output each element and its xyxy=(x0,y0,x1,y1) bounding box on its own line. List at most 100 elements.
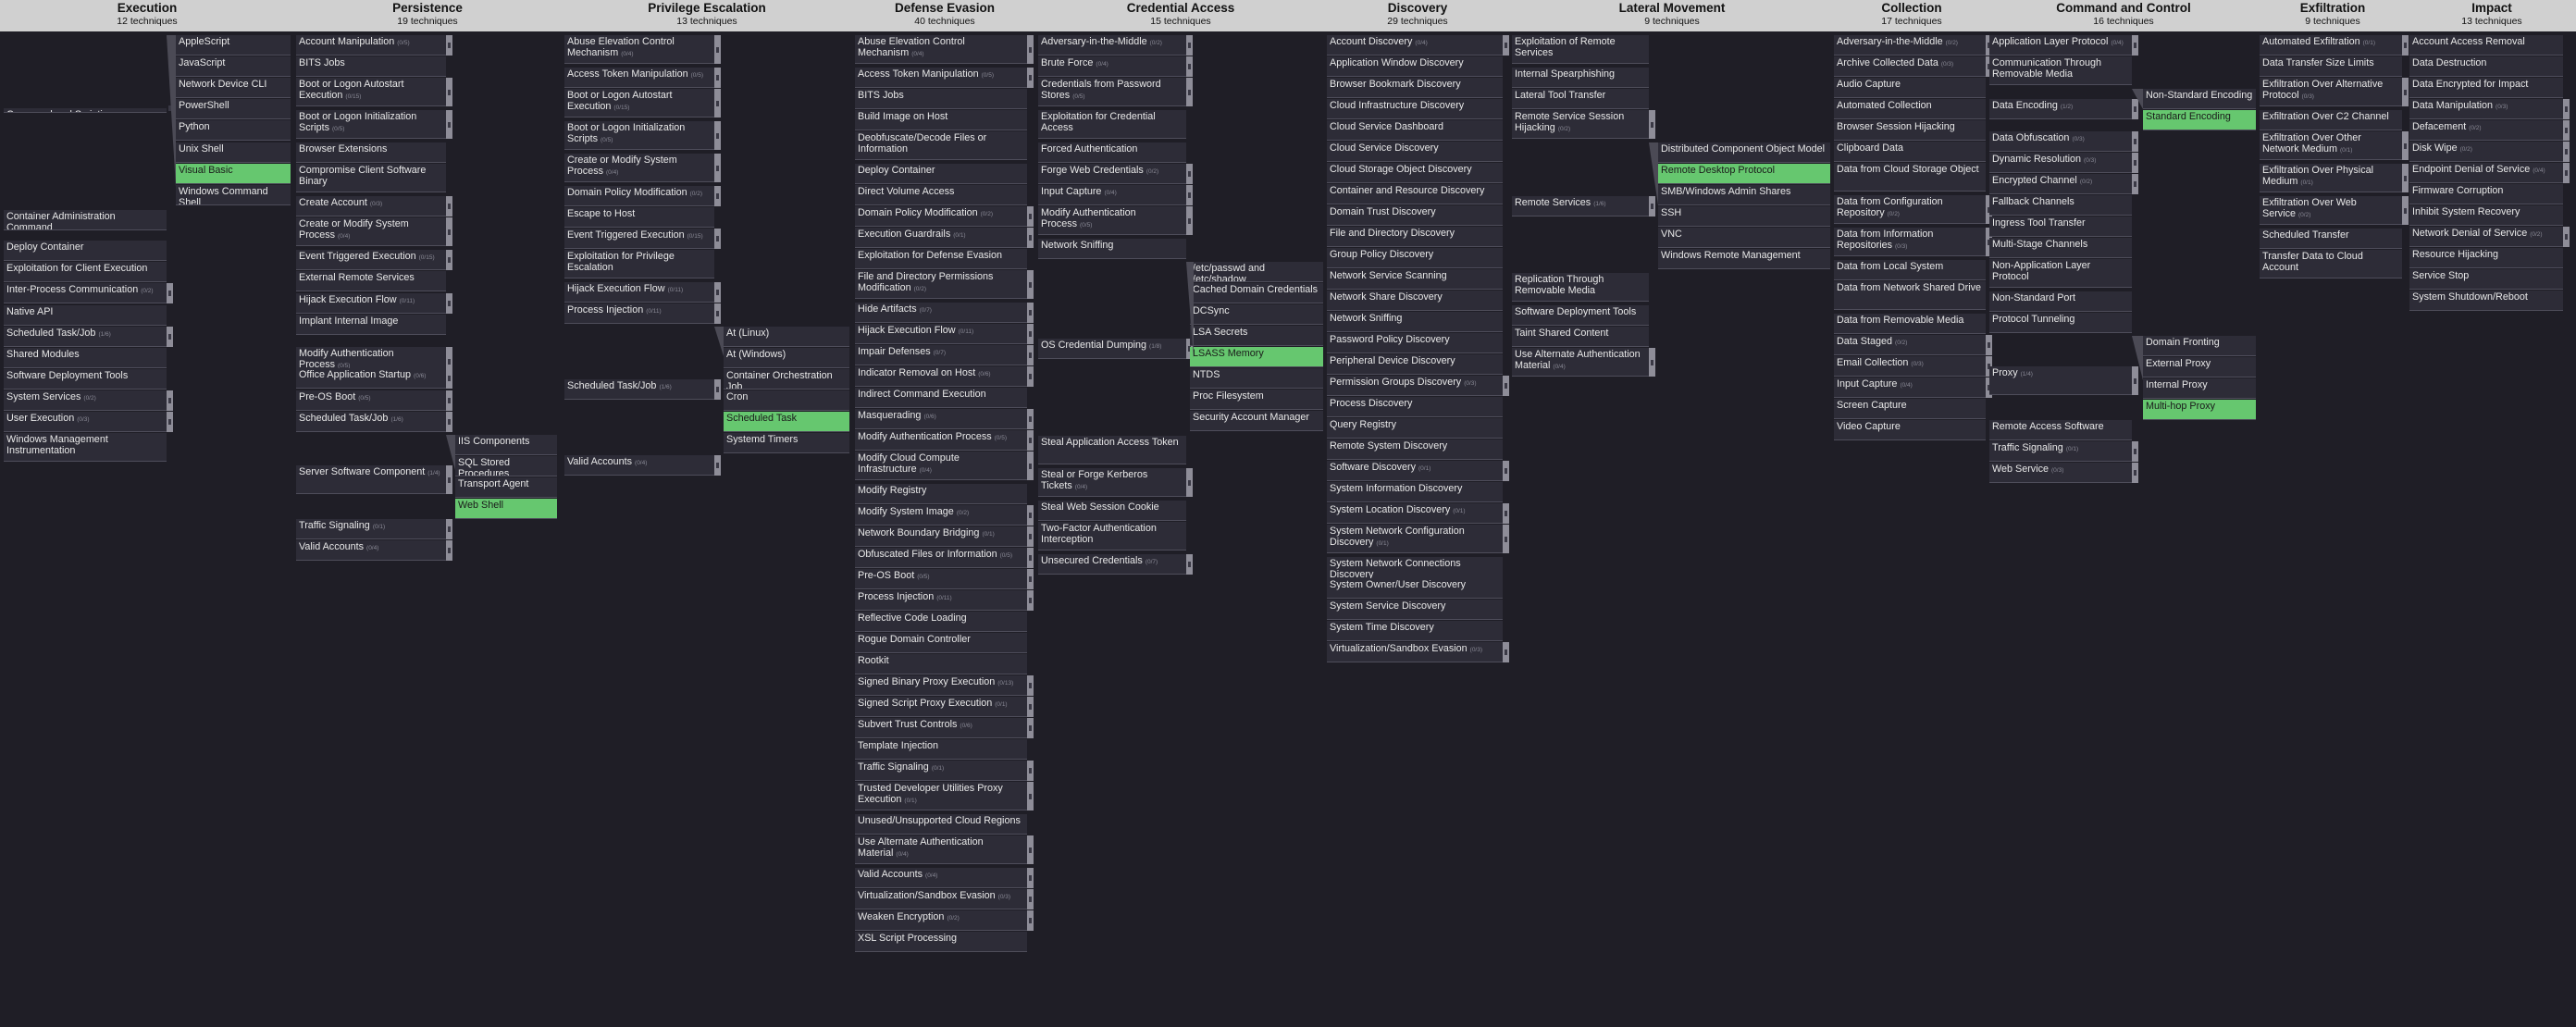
tactic-defense-evasion[interactable]: Defense Evasion 40 techniques xyxy=(853,0,1036,31)
expand-sidebar-handle[interactable] xyxy=(2132,441,2138,462)
technique-cell[interactable]: Pre-OS Boot (0/5) xyxy=(855,569,1027,589)
expand-sidebar-handle[interactable] xyxy=(2132,174,2138,194)
technique-cell[interactable]: Data from Configuration Repository (0/2) xyxy=(1834,195,1986,224)
technique-cell[interactable]: Modify Authentication Process (0/5) xyxy=(1038,206,1186,235)
technique-cell[interactable]: Inter-Process Communication (0/2) xyxy=(4,283,167,303)
technique-cell[interactable]: Rootkit xyxy=(855,654,1027,674)
expand-sidebar-handle[interactable] xyxy=(1027,868,1034,888)
technique-cell[interactable]: Virtualization/Sandbox Evasion (0/3) xyxy=(1327,642,1503,662)
technique-cell[interactable]: File and Directory Discovery xyxy=(1327,227,1503,247)
technique-cell[interactable]: Deploy Container xyxy=(4,241,167,261)
expand-sidebar-handle[interactable] xyxy=(167,390,173,411)
technique-cell[interactable]: Replication Through Removable Media xyxy=(1512,273,1649,302)
technique-cell[interactable]: Deploy Container xyxy=(855,164,1027,184)
sub-technique-cell[interactable]: SMB/Windows Admin Shares xyxy=(1658,185,1830,205)
technique-cell[interactable]: File and Directory Permissions Modificat… xyxy=(855,270,1027,299)
technique-cell[interactable]: Input Capture (0/4) xyxy=(1038,185,1186,205)
technique-cell[interactable]: Account Manipulation (0/5) xyxy=(296,35,446,56)
technique-cell[interactable]: Data Destruction xyxy=(2409,56,2563,77)
expand-sidebar-handle[interactable] xyxy=(1027,835,1034,864)
technique-cell[interactable]: Clipboard Data xyxy=(1834,142,1986,162)
technique-cell[interactable]: Encrypted Channel (0/2) xyxy=(1989,174,2132,194)
technique-cell[interactable]: Account Discovery (0/4) xyxy=(1327,35,1503,56)
tactic-collection[interactable]: Collection 17 techniques xyxy=(1834,0,1989,31)
technique-cell[interactable]: Compromise Client Software Binary xyxy=(296,164,446,192)
technique-cell[interactable]: Network Sniffing xyxy=(1327,312,1503,332)
sub-technique-cell[interactable]: LSA Secrets xyxy=(1190,326,1323,346)
technique-cell[interactable]: Password Policy Discovery xyxy=(1327,333,1503,353)
sub-technique-cell[interactable]: AppleScript xyxy=(176,35,291,56)
expand-sidebar-handle[interactable] xyxy=(1649,348,1655,377)
expand-sidebar-handle[interactable] xyxy=(1186,164,1193,184)
technique-cell[interactable]: Create or Modify System Process (0/4) xyxy=(564,154,714,182)
expand-sidebar-handle[interactable] xyxy=(1186,78,1193,106)
technique-cell[interactable]: Hijack Execution Flow (0/11) xyxy=(296,293,446,314)
expand-sidebar-handle[interactable] xyxy=(1027,910,1034,931)
technique-cell[interactable]: Remote Services (1/6) xyxy=(1512,196,1649,217)
technique-cell[interactable]: Native API xyxy=(4,305,167,326)
expand-sidebar-handle[interactable] xyxy=(1503,503,1509,524)
technique-cell[interactable]: Remote Service Session Hijacking (0/2) xyxy=(1512,110,1649,139)
technique-cell[interactable]: Cloud Service Dashboard xyxy=(1327,120,1503,141)
sub-technique-cell[interactable]: Container Orchestration Job xyxy=(724,369,849,390)
technique-cell[interactable]: Windows Management Instrumentation xyxy=(4,433,167,462)
technique-cell[interactable]: Exfiltration Over Physical Medium (0/1) xyxy=(2260,164,2402,192)
technique-cell[interactable]: Network Service Scanning xyxy=(1327,269,1503,290)
expand-sidebar-handle[interactable] xyxy=(446,217,452,246)
expand-sidebar-handle[interactable] xyxy=(446,35,452,56)
sub-technique-cell[interactable]: Security Account Manager xyxy=(1190,411,1323,431)
technique-cell[interactable]: Data Obfuscation (0/3) xyxy=(1989,131,2132,152)
technique-cell[interactable]: Valid Accounts (0/4) xyxy=(564,455,714,476)
technique-cell[interactable]: Firmware Corruption xyxy=(2409,184,2563,204)
technique-cell[interactable]: Boot or Logon Autostart Execution (0/15) xyxy=(296,78,446,106)
technique-cell[interactable]: Command and Scripting Interpreter(1/8) xyxy=(4,108,167,113)
sub-technique-cell[interactable]: Web Shell xyxy=(455,499,557,519)
technique-cell[interactable]: Browser Session Hijacking xyxy=(1834,120,1986,141)
expand-sidebar-handle[interactable] xyxy=(2563,142,2570,162)
technique-cell[interactable]: Direct Volume Access xyxy=(855,185,1027,205)
expand-sidebar-handle[interactable] xyxy=(1503,525,1509,553)
expand-sidebar-handle[interactable] xyxy=(714,35,721,64)
technique-cell[interactable]: Access Token Manipulation (0/5) xyxy=(564,68,714,88)
technique-cell[interactable]: BITS Jobs xyxy=(855,89,1027,109)
sub-technique-cell[interactable]: Scheduled Task xyxy=(724,412,849,432)
technique-cell[interactable]: Adversary-in-the-Middle (0/2) xyxy=(1834,35,1986,56)
technique-cell[interactable]: Data from Cloud Storage Object xyxy=(1834,163,1986,192)
technique-cell[interactable]: OS Credential Dumping (1/8) xyxy=(1038,339,1186,359)
expand-sidebar-handle[interactable] xyxy=(1503,642,1509,662)
technique-cell[interactable]: Permission Groups Discovery (0/3) xyxy=(1327,376,1503,396)
technique-cell[interactable]: Software Deployment Tools xyxy=(4,369,167,390)
expand-sidebar-handle[interactable] xyxy=(167,412,173,432)
sub-technique-cell[interactable]: At (Linux) xyxy=(724,327,849,347)
technique-cell[interactable]: Scheduled Task/Job (1/6) xyxy=(4,327,167,347)
expand-sidebar-handle[interactable] xyxy=(2132,35,2138,56)
technique-cell[interactable]: Process Discovery xyxy=(1327,397,1503,417)
technique-cell[interactable]: Two-Factor Authentication Interception xyxy=(1038,522,1186,551)
expand-sidebar-handle[interactable] xyxy=(446,540,452,561)
expand-sidebar-handle[interactable] xyxy=(714,89,721,118)
technique-cell[interactable]: Unsecured Credentials (0/7) xyxy=(1038,554,1186,575)
technique-cell[interactable]: Application Window Discovery xyxy=(1327,56,1503,77)
technique-cell[interactable]: Traffic Signaling (0/1) xyxy=(296,519,446,539)
technique-cell[interactable]: Exfiltration Over Web Service (0/2) xyxy=(2260,196,2402,225)
expand-sidebar-handle[interactable] xyxy=(1027,761,1034,781)
technique-cell[interactable]: Audio Capture xyxy=(1834,78,1986,98)
sub-technique-cell[interactable]: JavaScript xyxy=(176,56,291,77)
technique-cell[interactable]: System Owner/User Discovery xyxy=(1327,578,1503,599)
technique-cell[interactable]: Build Image on Host xyxy=(855,110,1027,130)
technique-cell[interactable]: Exploitation for Defense Evasion xyxy=(855,249,1027,269)
expand-sidebar-handle[interactable] xyxy=(1986,335,1992,355)
technique-cell[interactable]: Deobfuscate/Decode Files or Information xyxy=(855,131,1027,160)
technique-cell[interactable]: Internal Spearphishing xyxy=(1512,68,1649,88)
sub-technique-cell[interactable]: Remote Desktop Protocol xyxy=(1658,164,1830,184)
expand-sidebar-handle[interactable] xyxy=(714,186,721,206)
technique-cell[interactable]: Adversary-in-the-Middle (0/2) xyxy=(1038,35,1186,56)
expand-sidebar-handle[interactable] xyxy=(1503,461,1509,481)
technique-cell[interactable]: Valid Accounts (0/4) xyxy=(296,540,446,561)
technique-cell[interactable]: Cloud Storage Object Discovery xyxy=(1327,163,1503,183)
technique-cell[interactable]: Trusted Developer Utilities Proxy Execut… xyxy=(855,782,1027,810)
technique-cell[interactable]: Lateral Tool Transfer xyxy=(1512,89,1649,109)
technique-cell[interactable]: Process Injection (0/11) xyxy=(855,590,1027,611)
expand-sidebar-handle[interactable] xyxy=(446,412,452,432)
sub-technique-cell[interactable]: Windows Command Shell xyxy=(176,185,291,205)
